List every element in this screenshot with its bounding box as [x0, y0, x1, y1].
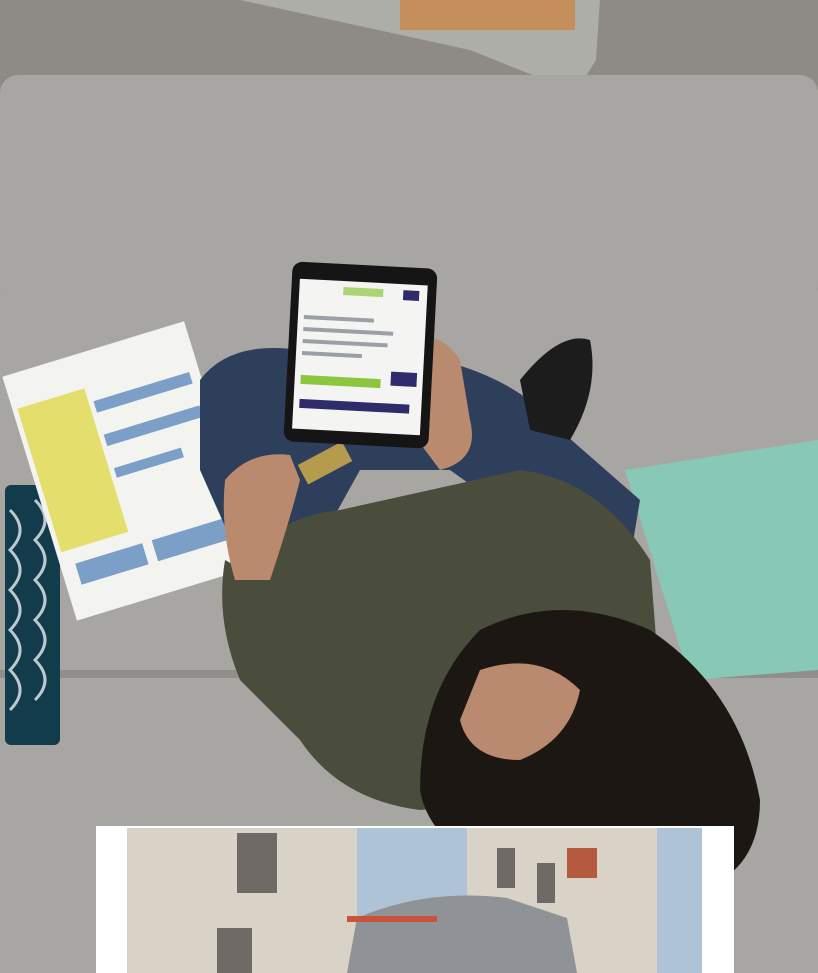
table-orange-object	[400, 0, 575, 30]
window	[497, 848, 515, 888]
truck-stripe	[347, 916, 437, 922]
street-truck-photo	[127, 828, 702, 973]
roof-chimney	[567, 848, 597, 878]
window	[537, 863, 555, 903]
tablet-screen	[292, 278, 428, 436]
window	[217, 928, 252, 973]
window	[237, 833, 277, 893]
